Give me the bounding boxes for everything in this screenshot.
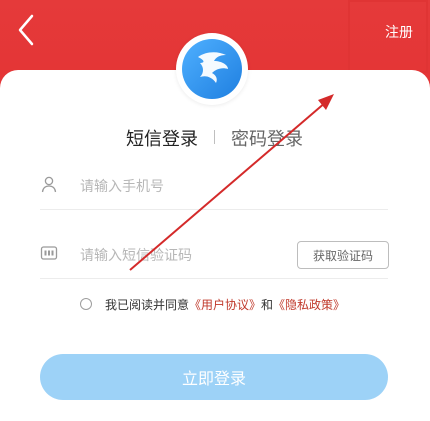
chevron-left-icon [18,14,34,46]
app-logo-icon [198,52,228,83]
phone-field-row [40,161,388,210]
phone-input[interactable] [78,173,322,199]
login-button[interactable]: 立即登录 [40,354,388,400]
user-icon [40,175,58,193]
get-code-button[interactable]: 获取验证码 [297,241,389,269]
register-button[interactable]: 注册 [385,22,413,42]
message-code-icon [40,244,58,262]
tab-sms-login[interactable]: 短信登录 [126,125,198,151]
back-button[interactable] [14,12,42,48]
agreement-text: 我已阅读并同意《用户协议》和《隐私政策》 [105,296,345,313]
tab-password-login[interactable]: 密码登录 [231,125,303,151]
tab-divider [214,130,215,144]
agreement-and: 和 [261,298,274,312]
agreement-radio[interactable] [80,298,92,310]
user-agreement-link[interactable]: 《用户协议》 [189,298,261,312]
agreement-prefix: 我已阅读并同意 [105,298,190,312]
privacy-policy-link[interactable]: 《隐私政策》 [273,298,345,312]
app-logo [182,39,242,99]
sms-code-input[interactable] [78,242,322,268]
